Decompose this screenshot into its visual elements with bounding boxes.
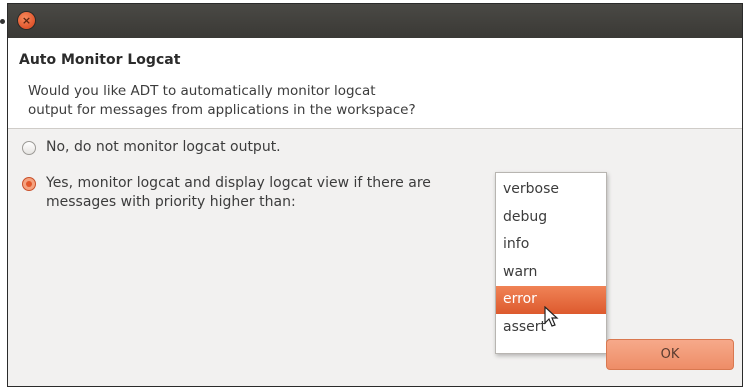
radio-yes[interactable] — [22, 177, 36, 191]
close-icon: × — [21, 14, 32, 27]
close-button[interactable]: × — [18, 12, 35, 29]
dialog-window: × Auto Monitor Logcat Would you like ADT… — [7, 3, 743, 387]
dropdown-item-debug[interactable]: debug — [496, 204, 606, 232]
radio-option-no[interactable]: No, do not monitor logcat output. — [22, 138, 281, 157]
dialog-header: Auto Monitor Logcat Would you like ADT t… — [8, 38, 742, 129]
radio-option-yes[interactable]: Yes, monitor logcat and display logcat v… — [22, 174, 431, 212]
dialog-description: Would you like ADT to automatically moni… — [28, 82, 548, 120]
page-title: Auto Monitor Logcat — [19, 52, 181, 68]
radio-yes-label: Yes, monitor logcat and display logcat v… — [46, 174, 431, 212]
radio-no[interactable] — [22, 141, 36, 155]
list-bullet — [0, 19, 5, 24]
radio-yes-label-line-2: messages with priority higher than: — [46, 194, 296, 210]
ok-button[interactable]: OK — [606, 339, 734, 370]
dropdown-item-verbose[interactable]: verbose — [496, 176, 606, 204]
dropdown-item-info[interactable]: info — [496, 231, 606, 259]
dropdown-item-warn[interactable]: warn — [496, 259, 606, 287]
description-line-1: Would you like ADT to automatically moni… — [28, 83, 376, 99]
description-line-2: output for messages from applications in… — [28, 102, 416, 118]
titlebar: × — [8, 4, 742, 38]
radio-yes-label-line-1: Yes, monitor logcat and display logcat v… — [46, 175, 431, 191]
radio-no-label: No, do not monitor logcat output. — [46, 139, 281, 155]
mouse-pointer-icon — [544, 305, 560, 332]
